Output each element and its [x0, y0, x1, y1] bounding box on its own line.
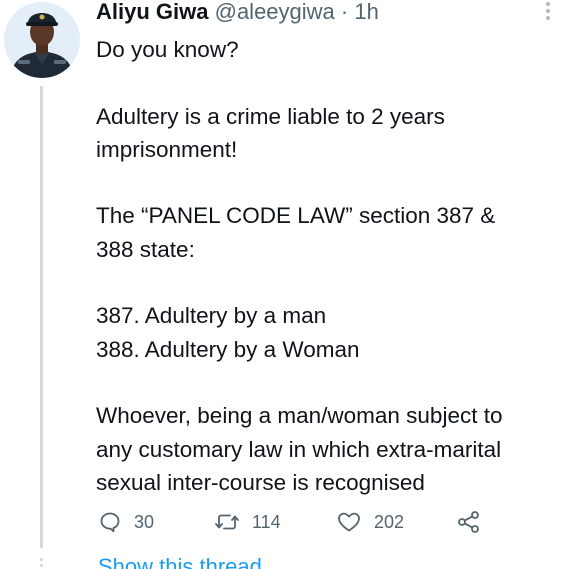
author-name[interactable]: Aliyu Giwa	[96, 0, 208, 24]
share-icon	[458, 511, 479, 533]
tweet-line: Adultery is a crime liable to 2 years	[96, 103, 445, 129]
tweet-text: Do you know? Adultery is a crime liable …	[96, 33, 566, 499]
tweet-actions: 30 114 202	[98, 507, 498, 537]
avatar[interactable]	[4, 2, 80, 78]
tweet-line: The “PANEL CODE LAW” section 387 &	[96, 203, 496, 229]
tweet-line: any customary law in which extra-marital	[96, 436, 502, 462]
tweet-line: sexual inter-course is recognised	[96, 469, 425, 495]
retweet-button[interactable]: 114	[214, 507, 281, 537]
tweet-line: 387. Adultery by a man	[96, 303, 327, 329]
tweet-line: 388. Adultery by a Woman	[96, 336, 360, 362]
more-options-icon[interactable]	[544, 2, 552, 22]
tweet-time[interactable]: 1h	[354, 0, 378, 24]
tweet[interactable]: Aliyu Giwa @aleeygiwa · 1h Do you know? …	[0, 0, 571, 569]
tweet-line: 388 state:	[96, 236, 195, 262]
heart-icon	[338, 512, 360, 532]
reply-count: 30	[134, 511, 155, 532]
like-count: 202	[374, 511, 405, 532]
reply-icon	[100, 512, 120, 533]
retweet-count: 114	[252, 511, 281, 532]
show-thread-link[interactable]: Show this thread	[98, 554, 262, 569]
tweet-header: Aliyu Giwa @aleeygiwa · 1h	[96, 0, 379, 25]
tweet-line: imprisonment!	[96, 136, 238, 162]
tweet-line: Whoever, being a man/woman subject to	[96, 403, 503, 429]
reply-button[interactable]: 30	[98, 507, 154, 537]
tweet-line: Do you know?	[96, 37, 239, 62]
like-button[interactable]: 202	[336, 507, 404, 537]
header-separator: ·	[340, 0, 349, 24]
author-handle[interactable]: @aleeygiwa	[215, 0, 335, 24]
thread-continuation-dots	[39, 558, 44, 569]
retweet-icon	[215, 514, 239, 530]
avatar-image	[4, 2, 80, 78]
share-button[interactable]	[456, 507, 482, 537]
thread-line	[40, 86, 43, 548]
